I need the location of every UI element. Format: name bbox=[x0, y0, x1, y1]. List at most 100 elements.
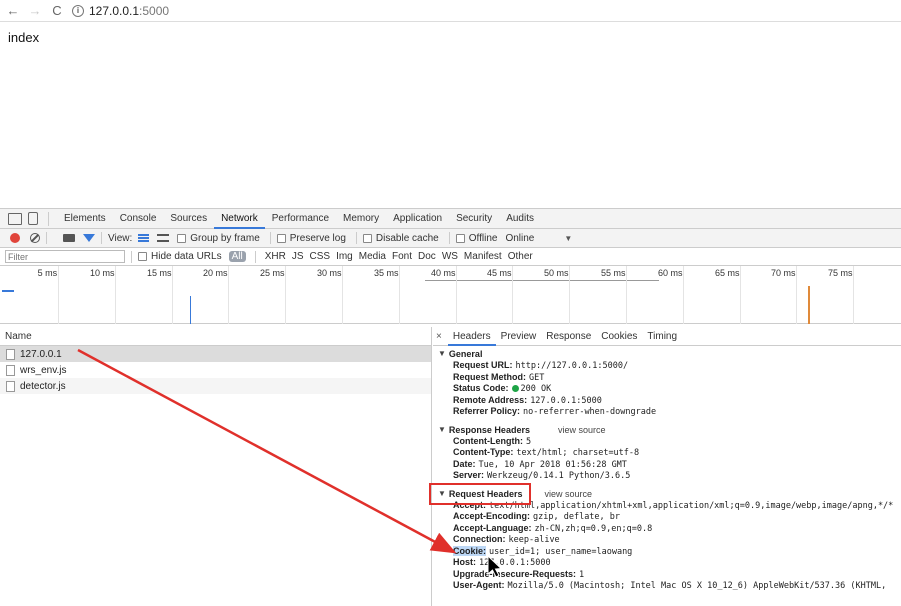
details-tab-bar: × Headers Preview Response Cookies Timin… bbox=[433, 327, 901, 346]
filter-type-other[interactable]: Other bbox=[508, 251, 533, 262]
reload-icon[interactable]: C bbox=[48, 2, 66, 20]
divider bbox=[101, 232, 102, 244]
timeline-gridline bbox=[58, 266, 59, 324]
checkbox-label: Preserve log bbox=[289, 232, 346, 244]
header-key: Accept-Language: bbox=[453, 522, 532, 533]
tab-console[interactable]: Console bbox=[113, 209, 164, 229]
url-input[interactable]: 127.0.0.1:5000 bbox=[89, 4, 169, 18]
tab-performance[interactable]: Performance bbox=[265, 209, 336, 229]
preserve-log-checkbox[interactable]: Preserve log bbox=[276, 232, 346, 244]
tab-application[interactable]: Application bbox=[386, 209, 449, 229]
forward-icon[interactable]: → bbox=[26, 2, 44, 20]
tab-memory[interactable]: Memory bbox=[336, 209, 386, 229]
filter-input[interactable] bbox=[5, 250, 125, 263]
section-title: Response Headers bbox=[448, 424, 530, 435]
name-column-header[interactable]: Name bbox=[0, 327, 431, 346]
filter-type-css[interactable]: CSS bbox=[310, 251, 331, 262]
document-icon bbox=[6, 348, 15, 360]
checkbox-box bbox=[138, 252, 147, 261]
filter-type-all[interactable]: All bbox=[228, 251, 246, 262]
general-section-header[interactable]: ▼ General bbox=[433, 348, 901, 360]
timeline-tick-label: 50 ms bbox=[544, 268, 569, 278]
disable-cache-checkbox[interactable]: Disable cache bbox=[362, 233, 439, 244]
back-icon[interactable]: ← bbox=[4, 2, 22, 20]
header-key: Remote Address: bbox=[453, 394, 528, 405]
timeline-gridline bbox=[626, 266, 627, 324]
offline-checkbox[interactable]: Offline bbox=[455, 233, 497, 244]
tab-elements[interactable]: Elements bbox=[57, 209, 113, 229]
close-icon[interactable]: × bbox=[436, 331, 442, 342]
tab-sources[interactable]: Sources bbox=[163, 209, 214, 229]
header-row-cookie: Cookie: user_id=1; user_name=laowang bbox=[433, 545, 901, 558]
header-row: Date: Tue, 10 Apr 2018 01:56:28 GMT bbox=[433, 459, 901, 471]
header-row: Request URL: http://127.0.0.1:5000/ bbox=[433, 360, 901, 372]
timeline-overview[interactable]: 5 ms 10 ms 15 ms 20 ms 25 ms 30 ms 35 ms 40 ms 4… bbox=[0, 266, 901, 324]
device-toolbar-icon[interactable] bbox=[28, 212, 38, 225]
header-value: text/html; charset=utf-8 bbox=[516, 448, 640, 458]
tab-preview[interactable]: Preview bbox=[496, 327, 542, 346]
cookie-header-key: Cookie: bbox=[453, 545, 487, 556]
timeline-gridline bbox=[228, 266, 229, 324]
request-row[interactable]: 127.0.0.1 bbox=[0, 346, 431, 362]
divider bbox=[46, 232, 47, 244]
filter-type-manifest[interactable]: Manifest bbox=[464, 251, 502, 262]
status-value: 200 OK bbox=[511, 384, 551, 394]
record-icon[interactable] bbox=[10, 233, 20, 243]
header-row: Upgrade-Insecure-Requests: 1 bbox=[433, 569, 901, 581]
response-headers-section-header[interactable]: ▼ Response Headers view source bbox=[433, 424, 901, 436]
tab-network[interactable]: Network bbox=[214, 209, 265, 229]
filter-type-xhr[interactable]: XHR bbox=[265, 251, 286, 262]
filter-icon[interactable] bbox=[83, 234, 95, 242]
clear-icon[interactable] bbox=[30, 233, 40, 243]
screenshot-icon[interactable] bbox=[63, 234, 75, 242]
hide-data-urls-checkbox[interactable]: Hide data URLs bbox=[138, 251, 222, 262]
throttling-select[interactable]: Online ▼ bbox=[505, 233, 572, 244]
tab-cookies[interactable]: Cookies bbox=[596, 327, 642, 346]
timeline-tick-label: 55 ms bbox=[601, 268, 626, 278]
request-list: Name 127.0.0.1 wrs_env.js detector.js bbox=[0, 327, 432, 606]
checkbox-label: Group by frame bbox=[190, 232, 260, 244]
tab-response[interactable]: Response bbox=[541, 327, 596, 346]
group-by-frame-checkbox[interactable]: Group by frame bbox=[177, 232, 260, 244]
timeline-gridline bbox=[342, 266, 343, 324]
large-rows-icon[interactable] bbox=[138, 234, 150, 242]
filter-type-ws[interactable]: WS bbox=[442, 251, 458, 262]
tab-headers[interactable]: Headers bbox=[447, 327, 496, 346]
filter-type-media[interactable]: Media bbox=[359, 251, 386, 262]
divider bbox=[254, 250, 256, 263]
site-info-icon[interactable]: i bbox=[72, 4, 84, 17]
filter-type-font[interactable]: Font bbox=[392, 251, 412, 262]
header-row: Remote Address: 127.0.0.1:5000 bbox=[433, 395, 901, 407]
filter-type-img[interactable]: Img bbox=[336, 251, 353, 262]
header-value: Tue, 10 Apr 2018 01:56:28 GMT bbox=[478, 459, 627, 470]
devtools-panel: Elements Console Sources Network Perform… bbox=[0, 208, 901, 606]
tab-timing[interactable]: Timing bbox=[642, 327, 682, 346]
response-headers-section: ▼ Response Headers view source Content-Len… bbox=[433, 424, 901, 482]
view-source-link[interactable]: view source bbox=[544, 488, 592, 500]
header-row: Accept-Language: zh-CN,zh;q=0.9,en;q=0.8 bbox=[433, 523, 901, 535]
header-row: Host: 127.0.0.1:5000 bbox=[433, 557, 901, 569]
throttling-value: Online bbox=[505, 232, 535, 244]
timeline-gridline bbox=[172, 266, 173, 324]
request-details: × Headers Preview Response Cookies Timin… bbox=[433, 327, 901, 606]
document-icon bbox=[6, 380, 15, 392]
header-value: zh-CN,zh;q=0.9,en;q=0.8 bbox=[534, 523, 653, 534]
header-value: Mozilla/5.0 (Macintosh; Intel Mac OS X 1… bbox=[507, 581, 887, 591]
request-row[interactable]: detector.js bbox=[0, 378, 431, 394]
filter-type-js[interactable]: JS bbox=[292, 251, 304, 262]
header-key: Date: bbox=[453, 458, 476, 469]
waterfall-icon[interactable] bbox=[157, 234, 170, 242]
annotation-highlight-box bbox=[429, 483, 531, 505]
view-source-link[interactable]: view source bbox=[558, 424, 606, 436]
header-key: User-Agent: bbox=[453, 580, 505, 590]
header-key: Request URL: bbox=[453, 360, 513, 370]
checkbox-box bbox=[276, 233, 286, 243]
tab-audits[interactable]: Audits bbox=[499, 209, 541, 229]
request-row[interactable]: wrs_env.js bbox=[0, 362, 431, 378]
tab-security[interactable]: Security bbox=[449, 209, 499, 229]
header-row: Server: Werkzeug/0.14.1 Python/3.6.5 bbox=[433, 470, 901, 482]
divider bbox=[131, 250, 132, 263]
inspect-element-icon[interactable] bbox=[8, 212, 22, 225]
page-body-text: index bbox=[8, 30, 40, 45]
filter-type-doc[interactable]: Doc bbox=[418, 251, 436, 262]
